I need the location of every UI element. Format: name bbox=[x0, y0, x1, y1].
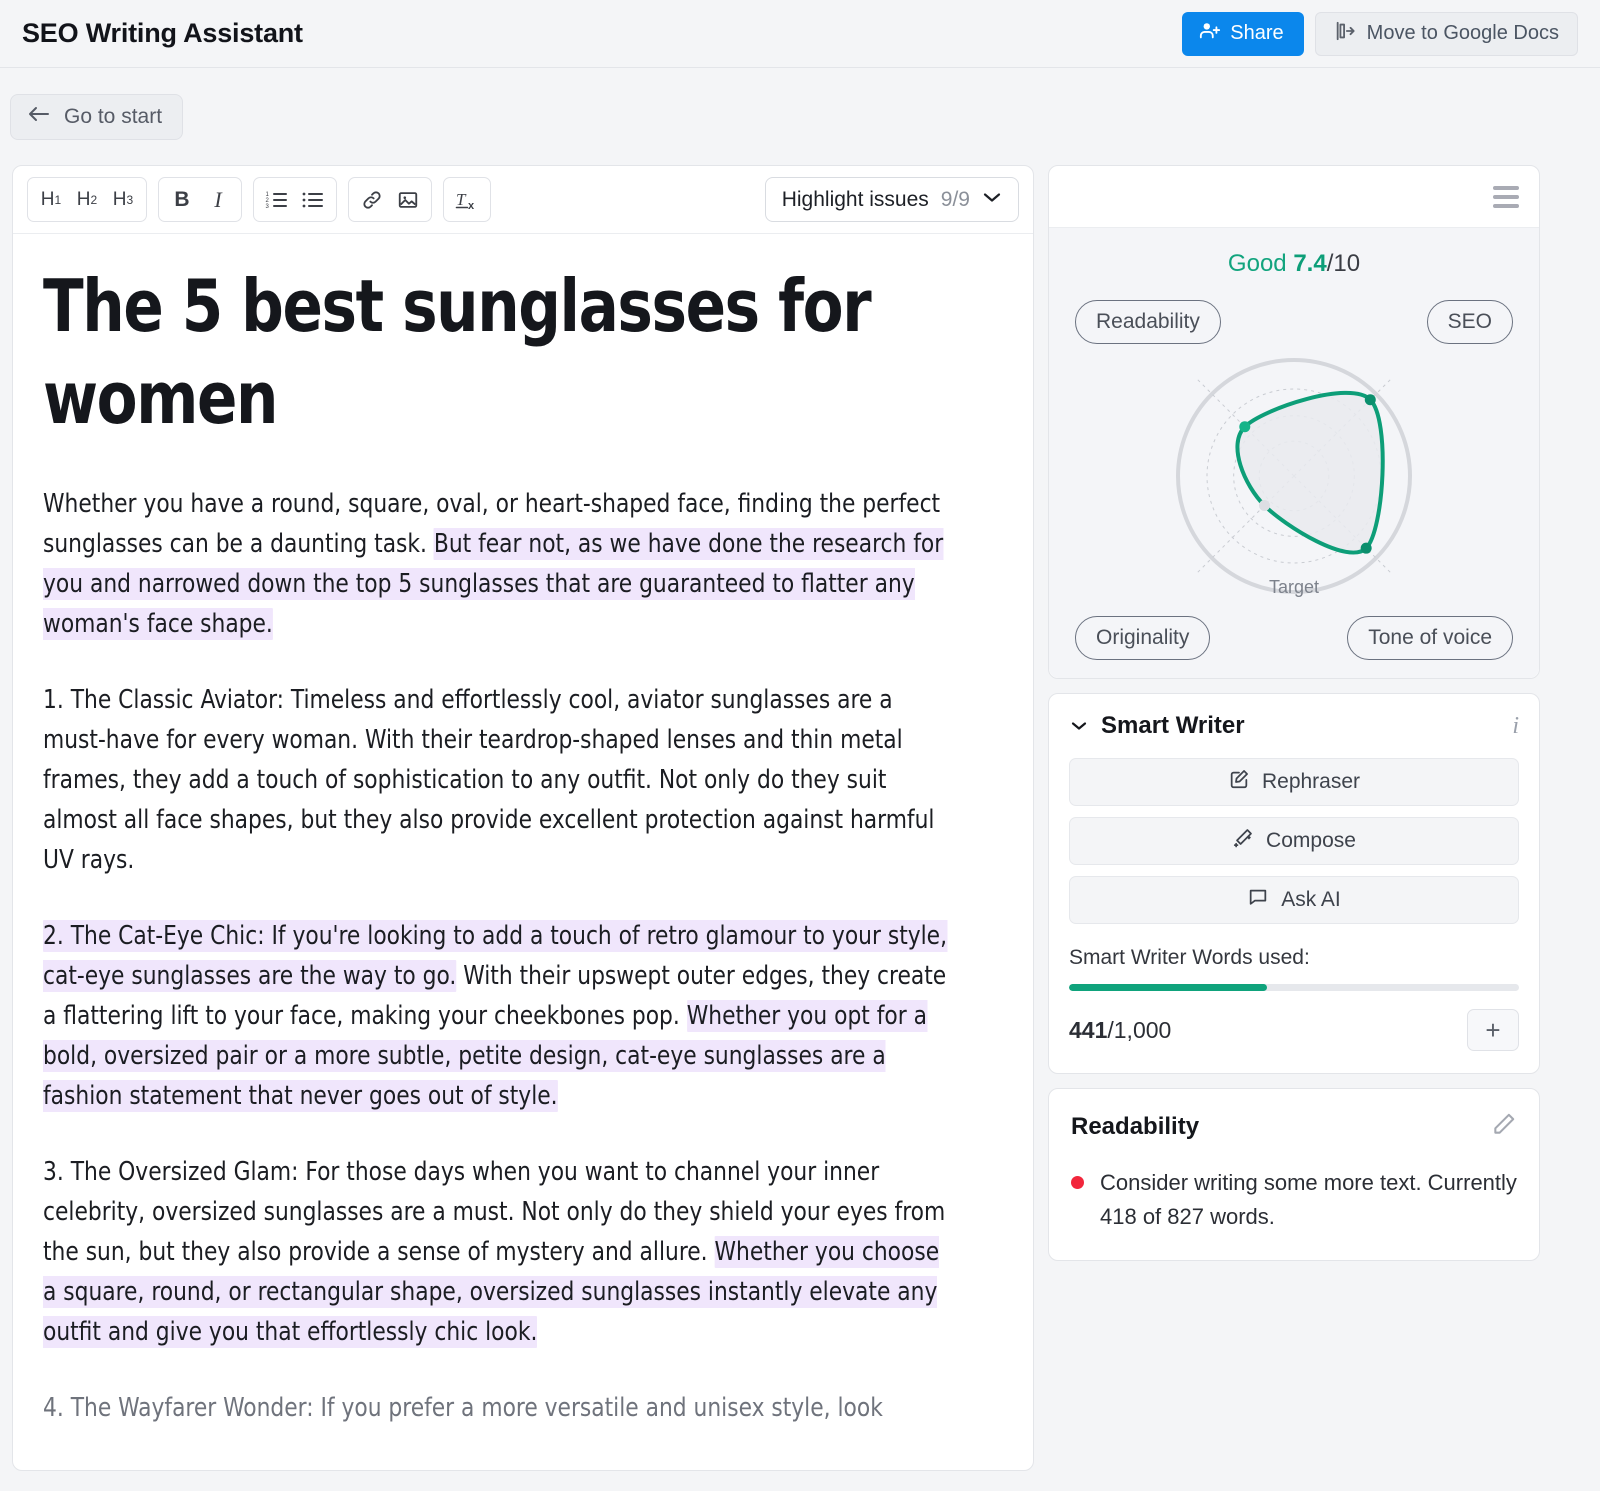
ordered-list-button[interactable]: 1 2 3 bbox=[259, 181, 295, 218]
insert-group bbox=[348, 177, 432, 222]
heading-3-button[interactable]: H3 bbox=[105, 181, 141, 218]
smart-writer-usage: Smart Writer Words used: 441/1,000 + bbox=[1069, 946, 1519, 1051]
svg-text:T: T bbox=[456, 190, 467, 209]
insert-link-button[interactable] bbox=[354, 181, 390, 218]
svg-text:x: x bbox=[468, 200, 475, 212]
heading-1-button[interactable]: H1 bbox=[33, 181, 69, 218]
editor-toolbar: H1 H2 H3 B I 1 2 3 T x Highlight issues … bbox=[13, 166, 1033, 234]
chevron-down-icon bbox=[982, 190, 1002, 209]
paragraph-item-4[interactable]: 4. The Wayfarer Wonder: If you prefer a … bbox=[43, 1388, 955, 1428]
overall-score: Good 7.4/10 bbox=[1065, 250, 1523, 278]
move-to-google-docs-button[interactable]: Move to Google Docs bbox=[1314, 11, 1578, 56]
share-button[interactable]: Share bbox=[1182, 11, 1304, 56]
list-group: 1 2 3 bbox=[253, 177, 337, 222]
chip-originality[interactable]: Originality bbox=[1075, 616, 1211, 660]
score-quality-label: Good bbox=[1227, 250, 1287, 277]
compose-button[interactable]: Compose bbox=[1069, 817, 1519, 865]
pencil-icon[interactable] bbox=[1491, 1111, 1517, 1142]
words-used-label: Smart Writer Words used: bbox=[1069, 946, 1310, 969]
words-progress-fill bbox=[1069, 984, 1267, 991]
insights-sidebar: Good 7.4/10 Readability SEO Originality … bbox=[1048, 165, 1540, 1261]
ask-ai-label: Ask AI bbox=[1281, 888, 1341, 911]
radar-target-label: Target bbox=[1268, 577, 1320, 597]
highlight-issues-label: Highlight issues bbox=[781, 187, 929, 211]
chevron-down-icon[interactable] bbox=[1069, 716, 1089, 736]
words-progress-track bbox=[1069, 984, 1519, 991]
chip-seo[interactable]: SEO bbox=[1426, 300, 1513, 344]
words-used-value: 441 bbox=[1069, 1016, 1108, 1043]
heading-2-sub: 2 bbox=[90, 192, 98, 207]
hamburger-menu-icon[interactable] bbox=[1493, 185, 1519, 208]
main-layout: H1 H2 H3 B I 1 2 3 T x Highlight issues … bbox=[0, 165, 1600, 1475]
words-limit-value: /1,000 bbox=[1107, 1016, 1172, 1043]
score-value: 7.4 bbox=[1293, 250, 1327, 277]
heading-1-sub: 1 bbox=[54, 192, 62, 207]
chip-readability[interactable]: Readability bbox=[1075, 300, 1221, 344]
paragraph-intro[interactable]: Whether you have a round, square, oval, … bbox=[43, 484, 955, 644]
readability-title: Readability bbox=[1071, 1112, 1200, 1140]
arrow-left-icon bbox=[27, 104, 51, 130]
person-add-icon bbox=[1199, 20, 1221, 48]
status-badge bbox=[1071, 1176, 1084, 1189]
document-editor[interactable]: The 5 best sunglasses for women Whether … bbox=[13, 234, 1033, 1470]
move-to-google-docs-label: Move to Google Docs bbox=[1366, 22, 1559, 44]
paragraph-item-3[interactable]: 3. The Oversized Glam: For those days wh… bbox=[43, 1152, 955, 1352]
score-denominator: /10 bbox=[1326, 250, 1361, 277]
bullet-list-button[interactable] bbox=[295, 181, 331, 218]
heading-2-button[interactable]: H2 bbox=[69, 181, 105, 218]
header-actions: Share Move to Google Docs bbox=[1182, 11, 1578, 56]
insert-image-button[interactable] bbox=[390, 181, 426, 218]
chat-bubble-icon bbox=[1247, 886, 1269, 914]
bold-button[interactable]: B bbox=[164, 181, 200, 218]
document-title[interactable]: The 5 best sunglasses for women bbox=[43, 260, 926, 444]
editor-panel: H1 H2 H3 B I 1 2 3 T x Highlight issues … bbox=[12, 165, 1034, 1471]
highlight-issues-dropdown[interactable]: Highlight issues 9/9 bbox=[764, 177, 1019, 222]
paragraph-item-2[interactable]: 2. The Cat-Eye Chic: If you're looking t… bbox=[43, 916, 955, 1116]
heading-3-sub: 3 bbox=[126, 192, 134, 207]
smart-writer-title: Smart Writer bbox=[1101, 712, 1245, 739]
readability-issue: Consider writing some more text. Current… bbox=[1071, 1166, 1517, 1234]
app-header: SEO Writing Assistant Share Move to Goog… bbox=[0, 0, 1600, 68]
readability-card: Readability Consider writing some more t… bbox=[1048, 1088, 1540, 1261]
words-count: 441/1,000 bbox=[1069, 1017, 1171, 1044]
words-count-row: 441/1,000 + bbox=[1069, 1009, 1519, 1051]
go-to-start-label: Go to start bbox=[64, 104, 163, 128]
readability-issue-text: Consider writing some more text. Current… bbox=[1100, 1170, 1517, 1229]
svg-text:3: 3 bbox=[266, 204, 270, 210]
smart-writer-header[interactable]: Smart Writer i bbox=[1069, 712, 1519, 740]
clear-formatting-button[interactable]: T x bbox=[449, 181, 485, 218]
paragraph-item-1[interactable]: 1. The Classic Aviator: Timeless and eff… bbox=[43, 680, 955, 880]
sidebar-header bbox=[1049, 166, 1539, 228]
chip-tone-of-voice[interactable]: Tone of voice bbox=[1347, 616, 1513, 660]
clear-format-group: T x bbox=[443, 177, 491, 222]
pencil-square-icon bbox=[1228, 768, 1250, 796]
text-style-group: B I bbox=[158, 177, 242, 222]
readability-header: Readability bbox=[1071, 1111, 1517, 1142]
compose-label: Compose bbox=[1266, 829, 1356, 852]
share-button-label: Share bbox=[1230, 22, 1284, 44]
heading-group: H1 H2 H3 bbox=[27, 177, 147, 222]
italic-button[interactable]: I bbox=[200, 181, 236, 218]
plain-text: 1. The Classic Aviator: Timeless and eff… bbox=[43, 685, 935, 876]
score-card: Good 7.4/10 Readability SEO Originality … bbox=[1048, 165, 1540, 679]
move-out-icon bbox=[1334, 20, 1356, 48]
ask-ai-button[interactable]: Ask AI bbox=[1069, 876, 1519, 924]
score-body: Good 7.4/10 Readability SEO Originality … bbox=[1049, 228, 1539, 678]
smart-writer-card: Smart Writer i Rephraser Compose Ask AI … bbox=[1048, 693, 1540, 1074]
add-words-button[interactable]: + bbox=[1467, 1009, 1519, 1051]
radar-svg bbox=[1176, 358, 1412, 594]
magic-wand-icon bbox=[1232, 827, 1254, 855]
go-to-start-button[interactable]: Go to start bbox=[10, 93, 184, 140]
rephraser-label: Rephraser bbox=[1261, 770, 1361, 793]
rephraser-button[interactable]: Rephraser bbox=[1069, 758, 1519, 806]
info-icon[interactable]: i bbox=[1512, 714, 1519, 738]
sub-toolbar: Go to start bbox=[0, 68, 1600, 165]
quality-radar-chart: Readability SEO Originality Tone of voic… bbox=[1065, 300, 1523, 660]
highlight-issues-count: 9/9 bbox=[940, 187, 970, 211]
page-title: SEO Writing Assistant bbox=[22, 18, 303, 48]
plain-text: 4. The Wayfarer Wonder: If you prefer a … bbox=[43, 1393, 883, 1424]
document-body[interactable]: Whether you have a round, square, oval, … bbox=[43, 484, 1003, 1428]
